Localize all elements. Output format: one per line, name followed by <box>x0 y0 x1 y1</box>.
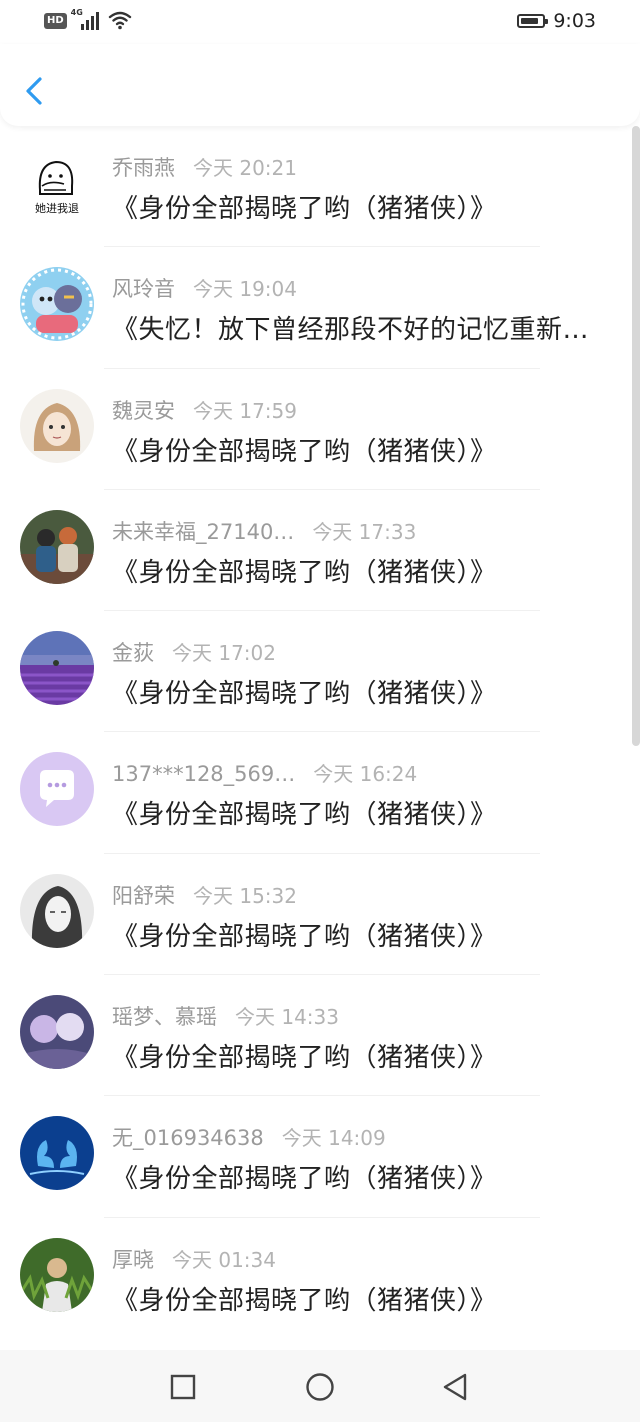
message-meta: 无_016934638 今天 14:09 <box>112 1122 386 1152</box>
sender-name[interactable]: 瑶梦、慕瑶 <box>112 1001 217 1031</box>
avatar-caption: 她进我退 <box>35 201 79 215</box>
battery-icon <box>517 14 549 28</box>
message-meta: 未来幸福_27140… 今天 17:33 <box>112 516 416 546</box>
back-nav-button[interactable] <box>438 1370 472 1404</box>
message-title[interactable]: 《身份全部揭晓了哟（猪猪侠）》 <box>112 1280 602 1317</box>
message-time: 今天 15:32 <box>193 883 297 908</box>
message-list[interactable]: 她进我退 乔雨燕 今天 20:21 《身份全部揭晓了哟（猪猪侠）》 风玲音 今天… <box>0 126 640 1350</box>
message-time: 今天 01:34 <box>172 1247 276 1272</box>
message-time: 今天 17:02 <box>172 641 276 666</box>
blue-swans-avatar[interactable] <box>20 1116 94 1191</box>
cartoon-ghost-avatar[interactable]: 她进我退 <box>20 146 94 220</box>
message-meta: 阳舒荣 今天 15:32 <box>112 880 297 910</box>
list-item[interactable]: 无_016934638 今天 14:09 《身份全部揭晓了哟（猪猪侠）》 <box>0 1096 640 1218</box>
message-time: 今天 16:24 <box>313 762 418 787</box>
message-meta: 风玲音 今天 19:04 <box>112 273 297 303</box>
status-right: 9:03 <box>517 10 596 32</box>
back-button[interactable] <box>20 74 50 108</box>
message-meta: 瑶梦、慕瑶 今天 14:33 <box>112 1001 339 1031</box>
sender-name[interactable]: 魏灵安 <box>112 395 175 425</box>
chat-bubble-avatar[interactable] <box>20 752 94 827</box>
grass-field-avatar[interactable] <box>20 1237 94 1312</box>
list-item[interactable]: 她进我退 乔雨燕 今天 20:21 《身份全部揭晓了哟（猪猪侠）》 <box>0 126 640 248</box>
list-item[interactable]: 厚晓 今天 01:34 《身份全部揭晓了哟（猪猪侠）》 <box>0 1218 640 1339</box>
message-meta: 金荻 今天 17:02 <box>112 637 276 667</box>
message-title[interactable]: 《身份全部揭晓了哟（猪猪侠）》 <box>112 1158 602 1195</box>
sender-name[interactable]: 137***128_569… <box>112 762 295 786</box>
message-title[interactable]: 《失忆！放下曾经那段不好的记忆重新… <box>112 309 602 346</box>
status-bar: HD 4G 9:03 <box>0 0 640 44</box>
sender-name[interactable]: 厚晓 <box>112 1244 154 1274</box>
message-title[interactable]: 《身份全部揭晓了哟（猪猪侠）》 <box>112 1037 602 1074</box>
message-time: 今天 17:33 <box>312 519 417 544</box>
battery-level-fill <box>521 18 539 24</box>
list-item[interactable]: 137***128_569… 今天 16:24 《身份全部揭晓了哟（猪猪侠）》 <box>0 732 640 854</box>
message-title[interactable]: 《身份全部揭晓了哟（猪猪侠）》 <box>112 188 602 225</box>
sender-name[interactable]: 金荻 <box>112 637 154 667</box>
system-nav-bar <box>0 1350 640 1422</box>
message-meta: 魏灵安 今天 17:59 <box>112 395 297 425</box>
sender-name[interactable]: 无_016934638 <box>112 1122 264 1152</box>
message-meta: 137***128_569… 今天 16:24 <box>112 758 417 787</box>
message-time: 今天 14:33 <box>235 1005 339 1030</box>
message-title[interactable]: 《身份全部揭晓了哟（猪猪侠）》 <box>112 794 602 831</box>
list-item[interactable]: 未来幸福_27140… 今天 17:33 《身份全部揭晓了哟（猪猪侠）》 <box>0 490 640 612</box>
list-item[interactable]: 风玲音 今天 19:04 《失忆！放下曾经那段不好的记忆重新… <box>0 247 640 369</box>
hd-badge: HD <box>44 13 67 29</box>
ink-sketch-avatar[interactable] <box>20 873 94 948</box>
cartoon-characters-avatar[interactable] <box>20 267 94 342</box>
lavender-field-avatar[interactable] <box>20 631 94 706</box>
message-title[interactable]: 《身份全部揭晓了哟（猪猪侠）》 <box>112 431 602 468</box>
message-time: 今天 19:04 <box>193 277 297 302</box>
scrollbar[interactable] <box>632 126 640 746</box>
recent-apps-button[interactable] <box>166 1370 200 1404</box>
anime-couple-avatar[interactable] <box>20 995 94 1070</box>
message-time: 今天 20:21 <box>193 156 297 180</box>
message-title[interactable]: 《身份全部揭晓了哟（猪猪侠）》 <box>112 673 602 710</box>
sender-name[interactable]: 阳舒荣 <box>112 880 175 910</box>
wifi-icon <box>108 11 132 30</box>
sender-name[interactable]: 乔雨燕 <box>112 152 175 182</box>
couple-photo-avatar[interactable] <box>20 509 94 584</box>
clock: 9:03 <box>553 10 596 32</box>
list-item[interactable]: 魏灵安 今天 17:59 《身份全部揭晓了哟（猪猪侠）》 <box>0 369 640 490</box>
sender-name[interactable]: 风玲音 <box>112 273 175 303</box>
message-time: 今天 14:09 <box>281 1126 386 1151</box>
status-indicators: HD 4G <box>44 8 103 32</box>
list-item[interactable]: 瑶梦、慕瑶 今天 14:33 《身份全部揭晓了哟（猪猪侠）》 <box>0 975 640 1097</box>
list-item[interactable]: 金荻 今天 17:02 《身份全部揭晓了哟（猪猪侠）》 <box>0 611 640 733</box>
message-time: 今天 17:59 <box>193 398 297 423</box>
message-title[interactable]: 《身份全部揭晓了哟（猪猪侠）》 <box>112 552 602 589</box>
list-item[interactable]: 阳舒荣 今天 15:32 《身份全部揭晓了哟（猪猪侠）》 <box>0 854 640 976</box>
anime-girl-sketch-avatar[interactable] <box>20 388 94 463</box>
app-header <box>0 44 640 126</box>
message-meta: 乔雨燕 今天 20:21 <box>112 152 297 182</box>
cellular-signal-icon: 4G <box>71 8 103 32</box>
message-meta: 厚晓 今天 01:34 <box>112 1244 276 1274</box>
message-title[interactable]: 《身份全部揭晓了哟（猪猪侠）》 <box>112 916 602 953</box>
sender-name[interactable]: 未来幸福_27140… <box>112 516 294 546</box>
home-button[interactable] <box>303 1370 337 1404</box>
